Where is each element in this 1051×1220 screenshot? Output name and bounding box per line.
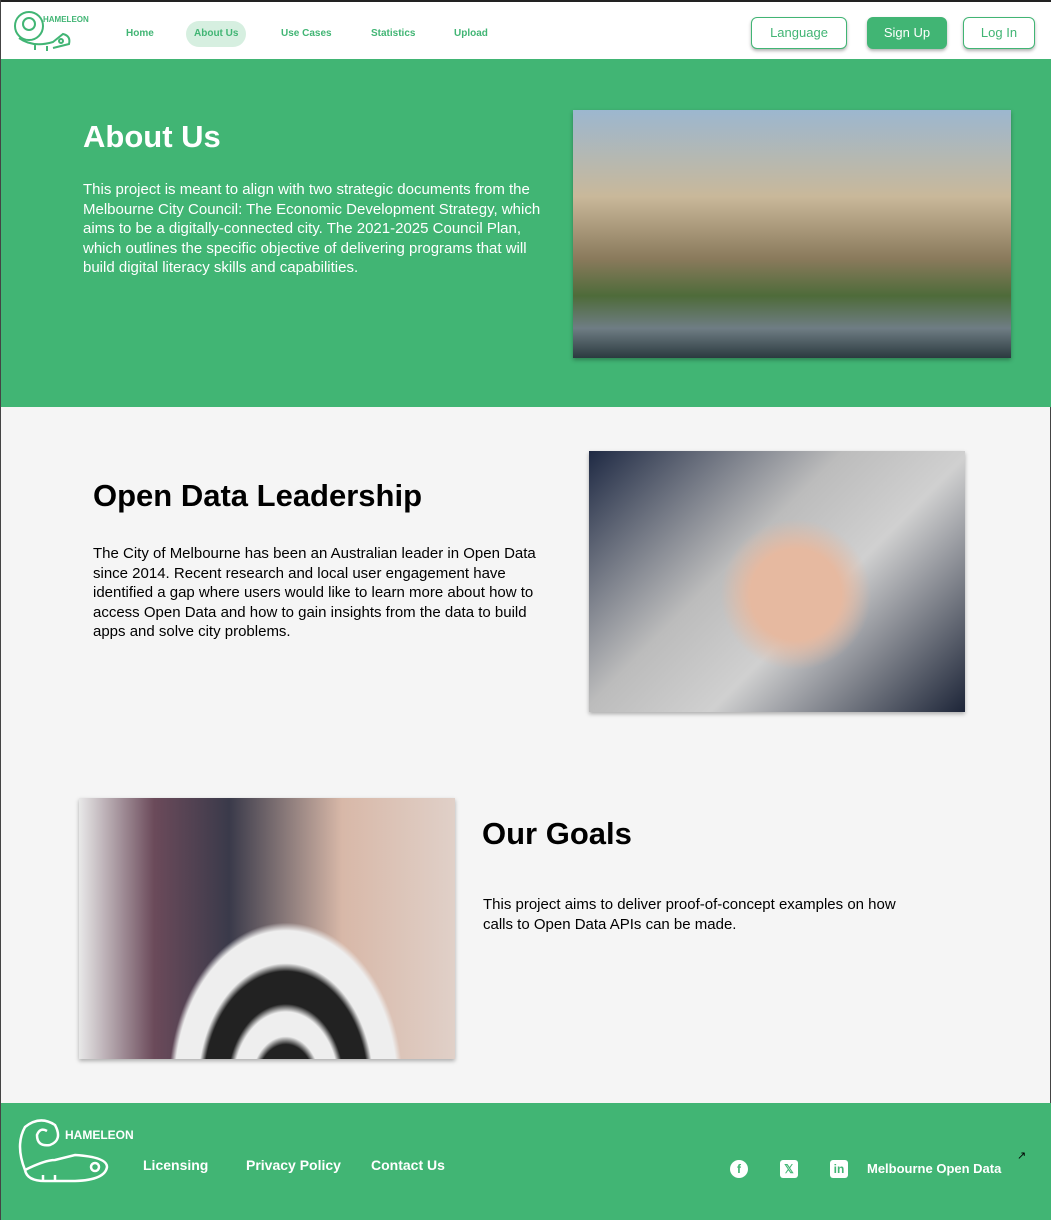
chameleon-logo[interactable]: HAMELEON xyxy=(13,8,89,57)
log-in-button[interactable]: Log In xyxy=(963,17,1035,49)
footer-contact-link[interactable]: Contact Us xyxy=(371,1157,445,1173)
facebook-icon[interactable]: f xyxy=(730,1160,748,1178)
svg-text:HAMELEON: HAMELEON xyxy=(43,15,89,24)
external-link-icon: ↗ xyxy=(1017,1150,1027,1162)
linkedin-icon[interactable]: in xyxy=(830,1160,848,1178)
leadership-title: Open Data Leadership xyxy=(93,478,423,513)
about-title: About Us xyxy=(83,119,221,154)
leadership-text: The City of Melbourne has been an Austra… xyxy=(93,545,536,640)
dart-target-image xyxy=(79,798,455,1059)
nav-use-cases[interactable]: Use Cases xyxy=(273,21,340,47)
teamwork-hands-image xyxy=(589,451,965,712)
nav-about-us[interactable]: About Us xyxy=(186,21,247,47)
nav-home[interactable]: Home xyxy=(118,21,162,47)
nav-upload[interactable]: Upload xyxy=(446,21,496,47)
nav-statistics[interactable]: Statistics xyxy=(363,21,423,47)
footer-logo[interactable]: HAMELEON xyxy=(15,1115,139,1190)
footer-licensing-link[interactable]: Licensing xyxy=(143,1157,208,1173)
goals-text: This project aims to deliver proof-of-co… xyxy=(483,896,896,933)
x-icon[interactable]: 𝕏 xyxy=(780,1160,798,1178)
about-section: About Us This project is meant to align … xyxy=(1,61,1051,407)
top-nav: HAMELEON Home About Us Use Cases Statist… xyxy=(1,0,1051,61)
footer-brand-text: HAMELEON xyxy=(65,1128,134,1142)
about-text: This project is meant to align with two … xyxy=(83,181,541,276)
language-button[interactable]: Language xyxy=(751,17,847,49)
goals-title: Our Goals xyxy=(482,816,632,851)
melbourne-open-data-link[interactable]: Melbourne Open Data xyxy=(867,1161,1001,1176)
sign-up-button[interactable]: Sign Up xyxy=(867,17,947,49)
melbourne-city-image xyxy=(573,110,1011,358)
footer: HAMELEON Licensing Privacy Policy Contac… xyxy=(1,1103,1051,1220)
footer-privacy-link[interactable]: Privacy Policy xyxy=(246,1157,341,1173)
